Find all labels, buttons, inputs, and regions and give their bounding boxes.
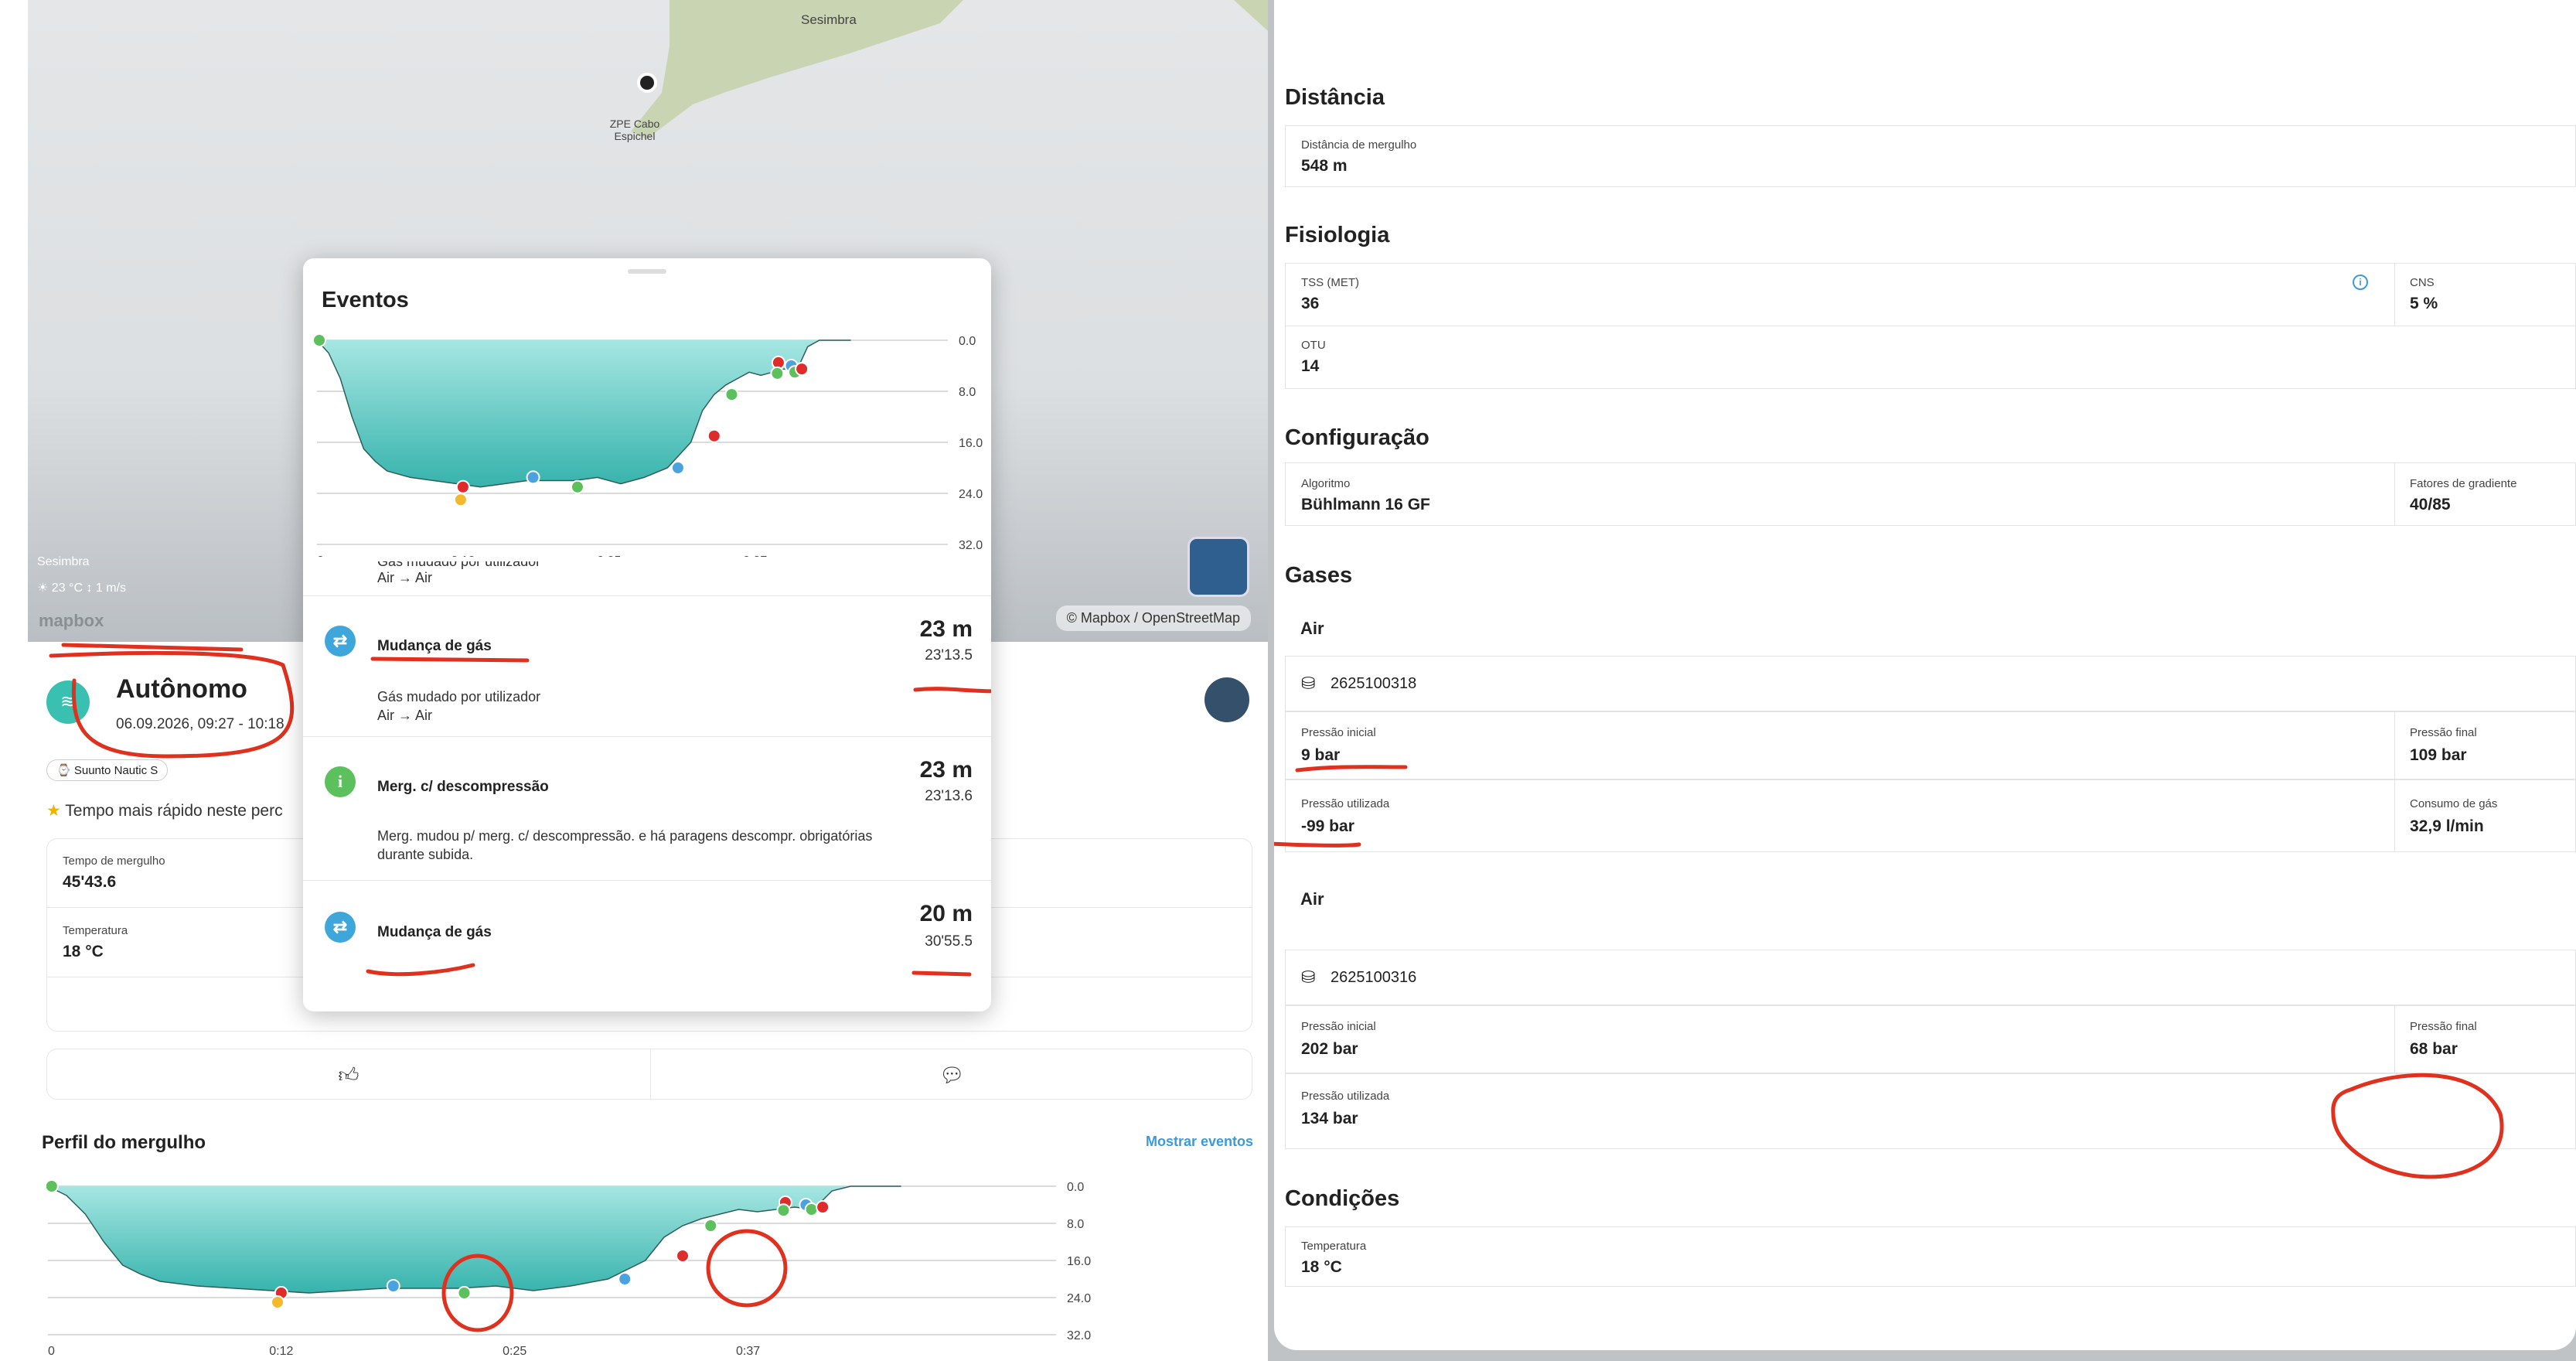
window-edge (0, 0, 28, 1361)
modal-annotation-layer (366, 657, 991, 977)
details-window: Distância Distância de mergulho 548 m Fi… (1274, 0, 2576, 1350)
right-annotation-layer (1274, 765, 2504, 1179)
events-modal: Eventos 0.08.016.024.032.000:120:250:37 … (303, 258, 991, 1011)
